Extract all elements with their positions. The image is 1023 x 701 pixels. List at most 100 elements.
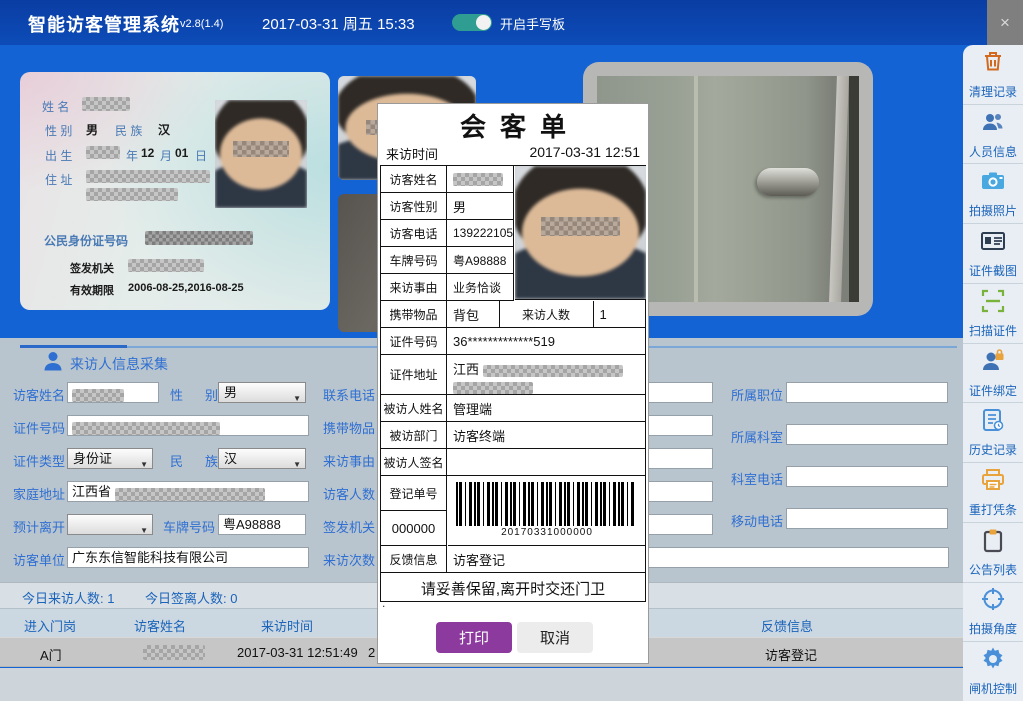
sex-select[interactable]: 男▼ xyxy=(218,382,306,403)
pass-name-value xyxy=(447,166,514,193)
visitor-company-value: 广东东信智能科技有限公司 xyxy=(72,550,228,565)
idcard-number-label: 公民身份证号码 xyxy=(44,232,128,249)
visitor-name-input[interactable] xyxy=(67,382,159,403)
redacted-block xyxy=(86,170,210,183)
close-icon[interactable]: × xyxy=(987,0,1023,45)
idcard-ethnic-value: 汉 xyxy=(158,121,170,138)
pass-count-label: 来访人数 xyxy=(500,301,594,328)
redacted-block xyxy=(115,488,265,501)
position-input[interactable] xyxy=(786,382,948,403)
idcard-name-label: 姓 名 xyxy=(42,98,69,115)
sidebar-item-personnel-info[interactable]: 人员信息 xyxy=(963,105,1023,165)
sex-label: 性 别 xyxy=(170,385,218,404)
scan-icon xyxy=(980,288,1006,319)
idcard-sex-label: 性 别 xyxy=(45,122,72,139)
pass-sex-label: 访客性别 xyxy=(381,193,447,220)
pass-sex-value: 男 xyxy=(447,193,514,220)
pass-idaddr-value: 江西 xyxy=(447,355,645,395)
gear-icon xyxy=(980,646,1006,677)
handwriting-toggle-label: 开启手写板 xyxy=(500,14,565,33)
door-handle xyxy=(757,168,819,196)
dept-phone-label: 科室电话 xyxy=(731,469,783,488)
person-icon xyxy=(44,351,62,376)
dept-phone-input[interactable] xyxy=(786,466,948,487)
col-visitor-name: 访客姓名 xyxy=(134,616,186,635)
redacted-block xyxy=(86,188,178,201)
header-bar: 智能访客管理系统 v2.8(1.4) 2017-03-31 周五 15:33 开… xyxy=(0,0,1023,45)
row-visit-time: 2017-03-31 12:51:49 xyxy=(237,645,358,660)
idcard-birth-label: 出 生 xyxy=(45,147,72,164)
pass-host-label: 被访人姓名 xyxy=(381,395,447,422)
mobile-phone-input[interactable] xyxy=(786,508,948,529)
pass-phone-value: 13922210502 xyxy=(447,220,514,247)
idcard-sex-value: 男 xyxy=(86,121,98,138)
today-signouts-count: 今日签离人数: 0 xyxy=(145,588,237,607)
visit-time-label: 来访时间 xyxy=(386,144,438,163)
visitor-company-input[interactable]: 广东东信智能科技有限公司 xyxy=(67,547,309,568)
sidebar-item-history[interactable]: 历史记录 xyxy=(963,403,1023,463)
pass-dept-label: 被访部门 xyxy=(381,422,447,449)
home-address-label: 家庭地址 xyxy=(13,484,65,503)
print-button[interactable]: 打印 xyxy=(436,622,512,653)
ethnic-label: 民 族 xyxy=(170,451,218,470)
id-card-image: 姓 名 性 别 男 民 族 汉 出 生 年 12 月 01 日 住 址 公民身份… xyxy=(20,72,330,310)
col-gate: 进入门岗 xyxy=(24,616,76,635)
carry-items-label: 携带物品 xyxy=(323,418,375,437)
pass-table: 访客姓名 访客性别男 访客电话13922210502 车牌号码粤A98888 来… xyxy=(380,165,646,602)
visit-time-value: 2017-03-31 12:51 xyxy=(529,144,640,160)
handwriting-toggle[interactable] xyxy=(452,14,492,31)
sidebar-item-reprint-receipt[interactable]: 重打凭条 xyxy=(963,463,1023,523)
pass-reason-label: 来访事由 xyxy=(381,274,447,301)
pass-visitor-photo xyxy=(515,166,646,300)
id-number-input[interactable] xyxy=(67,415,309,436)
redacted-block xyxy=(143,645,205,660)
expected-leave-label: 预计离开 xyxy=(13,517,65,536)
pass-carry-value: 背包 xyxy=(447,301,500,328)
sidebar-label: 拍摄照片 xyxy=(969,202,1017,219)
pass-idaddr-prefix: 江西 xyxy=(453,362,479,377)
history-icon xyxy=(980,407,1006,438)
sidebar-item-gate-control[interactable]: 闸机控制 xyxy=(963,642,1023,701)
row-partial-value: 2 xyxy=(368,645,375,660)
sidebar-item-clear-records[interactable]: 清理记录 xyxy=(963,45,1023,105)
redacted-block xyxy=(82,97,130,111)
pass-dept-value: 访客终端 xyxy=(447,422,645,449)
barcode-number: 20170331000000 xyxy=(448,527,646,538)
sidebar-item-take-photo[interactable]: 拍摄照片 xyxy=(963,164,1023,224)
expected-leave-select[interactable]: ▼ xyxy=(67,514,153,535)
sidebar-item-camera-angle[interactable]: 拍摄角度 xyxy=(963,583,1023,643)
sex-value: 男 xyxy=(224,385,237,400)
redacted-block xyxy=(483,365,623,377)
redacted-block xyxy=(128,259,204,272)
toggle-knob xyxy=(476,15,491,30)
col-visit-time: 来访时间 xyxy=(261,616,313,635)
dialog-title: 会客单 xyxy=(378,107,648,144)
dept-input[interactable] xyxy=(786,424,948,445)
app-version: v2.8(1.4) xyxy=(180,18,223,30)
sidebar-label: 证件截图 xyxy=(969,262,1017,279)
plate-number-input[interactable]: 粤A98888 xyxy=(218,514,306,535)
sidebar-label: 证件绑定 xyxy=(969,382,1017,399)
pass-plate-label: 车牌号码 xyxy=(381,247,447,274)
sidebar-item-announcements[interactable]: 公告列表 xyxy=(963,523,1023,583)
id-type-select[interactable]: 身份证▼ xyxy=(67,448,153,469)
plate-number-value: 粤A98888 xyxy=(223,517,281,532)
person-lock-icon xyxy=(980,348,1006,379)
ethnic-select[interactable]: 汉▼ xyxy=(218,448,306,469)
sidebar-item-id-screenshot[interactable]: 证件截图 xyxy=(963,224,1023,284)
sidebar-item-scan-id[interactable]: 扫描证件 xyxy=(963,284,1023,344)
issuer-label: 签发机关 xyxy=(323,517,375,536)
cancel-button[interactable]: 取消 xyxy=(517,622,593,653)
plate-number-label: 车牌号码 xyxy=(163,517,215,536)
app-title: 智能访客管理系统 xyxy=(28,11,180,37)
visitor-count-label: 访客人数 xyxy=(323,484,375,503)
position-label: 所属职位 xyxy=(731,385,783,404)
sidebar-item-id-binding[interactable]: 证件绑定 xyxy=(963,344,1023,404)
idcard-validity-label: 有效期限 xyxy=(70,282,114,298)
home-address-input[interactable]: 江西省 xyxy=(67,481,309,502)
id-type-label: 证件类型 xyxy=(13,451,65,470)
visit-time-row: 来访时间 2017-03-31 12:51 xyxy=(386,144,640,162)
people-icon xyxy=(980,109,1006,140)
section-title: 来访人信息采集 xyxy=(70,354,168,374)
idcard-ethnic-label: 民 族 xyxy=(115,122,142,139)
